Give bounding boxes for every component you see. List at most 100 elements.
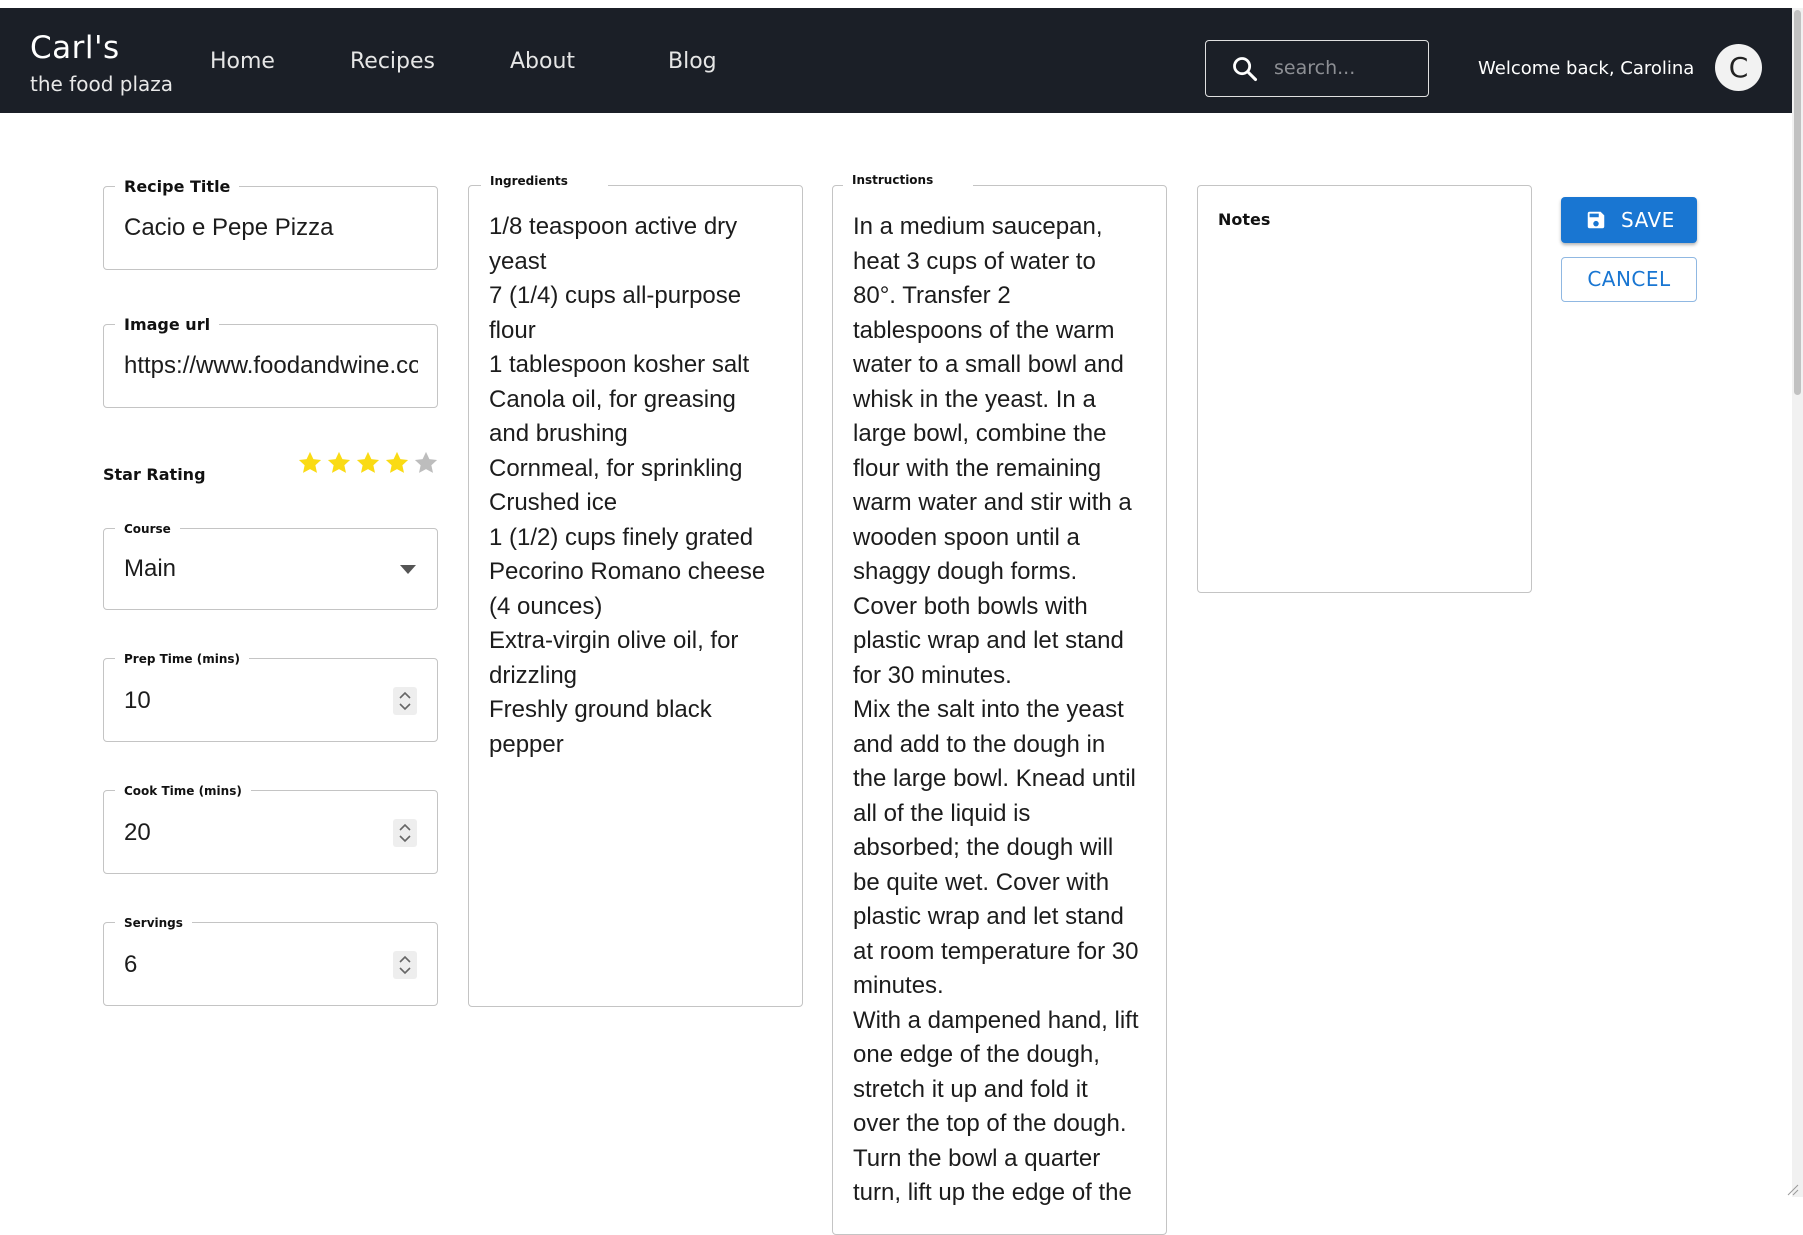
instruction-line: plastic wrap and let stand bbox=[853, 903, 1124, 930]
ingredient-line: Crushed ice bbox=[489, 489, 618, 516]
instruction-line: whisk in the yeast. In a bbox=[853, 385, 1096, 413]
welcome-text: Welcome back, Carolina bbox=[1478, 58, 1695, 79]
ingredient-line: Canola oil, for greasing bbox=[489, 385, 736, 413]
star-filled-icon[interactable] bbox=[296, 449, 324, 477]
instruction-line: warm water and stir with a bbox=[853, 489, 1132, 516]
save-button[interactable]: SAVE bbox=[1561, 197, 1697, 243]
instruction-line: the large bowl. Knead until bbox=[853, 765, 1136, 792]
ingredients-textarea[interactable]: Ingredients 1/8 teaspoon active dry yeast… bbox=[468, 174, 803, 1007]
save-icon bbox=[1587, 211, 1605, 229]
instruction-line: 80°. Transfer 2 bbox=[853, 282, 1011, 309]
recipe-title-input[interactable]: Cacio e Pepe Pizza bbox=[124, 214, 424, 242]
chevron-down-icon[interactable] bbox=[400, 565, 416, 574]
nav-home[interactable]: Home bbox=[210, 49, 275, 74]
image-url-label: Image url bbox=[115, 315, 220, 334]
avatar[interactable]: C bbox=[1715, 44, 1762, 91]
ingredient-line: 1 (1/2) cups finely grated bbox=[489, 523, 754, 551]
instruction-line: plastic wrap and let stand bbox=[853, 627, 1124, 654]
instruction-line: tablespoons of the warm bbox=[853, 316, 1115, 344]
star-filled-icon[interactable] bbox=[354, 449, 382, 477]
instruction-line: With a dampened hand, lift bbox=[853, 1006, 1139, 1034]
brand-tagline: the food plaza bbox=[30, 72, 174, 96]
instruction-line: water to a small bowl and bbox=[853, 351, 1124, 378]
search-input[interactable] bbox=[1274, 51, 1414, 85]
instruction-line: turn, lift up the edge of the bbox=[853, 1179, 1132, 1206]
notes-label: Notes bbox=[1218, 210, 1271, 229]
stepper-arrows-icon bbox=[399, 823, 411, 843]
course-label: Course bbox=[115, 522, 180, 536]
instruction-line: flour with the remaining bbox=[853, 454, 1102, 482]
image-url-field[interactable]: Image url https://www.foodandwine.com bbox=[103, 315, 438, 408]
search-box[interactable] bbox=[1205, 40, 1429, 97]
servings-input[interactable]: 6 bbox=[124, 951, 344, 979]
instruction-line: be quite wet. Cover with bbox=[853, 868, 1110, 896]
notes-textarea[interactable]: Notes bbox=[1197, 185, 1532, 593]
navbar: Carl's the food plaza Home Recipes About… bbox=[0, 8, 1792, 113]
stepper-arrows-icon bbox=[399, 691, 411, 711]
ingredient-line: pepper bbox=[489, 730, 564, 758]
servings-label: Servings bbox=[115, 916, 192, 930]
ingredient-line: flour bbox=[489, 316, 536, 344]
instruction-line: at room temperature for 30 bbox=[853, 937, 1139, 965]
instruction-line: Cover both bowls with bbox=[853, 592, 1088, 620]
recipe-title-label: Recipe Title bbox=[115, 177, 240, 196]
prep-time-input[interactable]: 10 bbox=[124, 687, 344, 715]
prep-time-stepper[interactable] bbox=[393, 687, 417, 715]
ingredients-label: Ingredients bbox=[481, 174, 608, 188]
instruction-line: shaggy dough forms. bbox=[853, 558, 1078, 585]
instruction-line: over the top of the dough. bbox=[853, 1110, 1127, 1137]
star-empty-icon[interactable] bbox=[412, 449, 440, 477]
stepper-arrows-icon bbox=[399, 955, 411, 975]
instruction-line: Mix the salt into the yeast bbox=[853, 696, 1124, 723]
recipe-title-field[interactable]: Recipe Title Cacio e Pepe Pizza bbox=[103, 177, 438, 270]
instruction-line: one edge of the dough, bbox=[853, 1041, 1100, 1068]
ingredient-line: and brushing bbox=[489, 420, 628, 447]
resize-grip-icon[interactable] bbox=[1785, 1182, 1799, 1196]
instruction-line: all of the liquid is bbox=[853, 799, 1031, 827]
ingredient-line: 1 tablespoon kosher salt bbox=[489, 351, 750, 378]
cancel-button[interactable]: CANCEL bbox=[1561, 257, 1697, 302]
instruction-line: Turn the bowl a quarter bbox=[853, 1144, 1101, 1172]
course-value: Main bbox=[124, 555, 177, 582]
nav-blog[interactable]: Blog bbox=[668, 49, 717, 74]
star-filled-icon[interactable] bbox=[383, 449, 411, 477]
instruction-line: large bowl, combine the bbox=[853, 420, 1107, 447]
ingredients-text: 1/8 teaspoon active dry yeast 7 (1/4) cups… bbox=[489, 210, 789, 762]
star-rating[interactable] bbox=[296, 449, 440, 477]
search-icon bbox=[1233, 57, 1258, 82]
window-top-strip bbox=[0, 0, 1803, 8]
prep-time-field[interactable]: Prep Time (mins) 10 bbox=[103, 652, 438, 742]
ingredient-line: yeast bbox=[489, 247, 547, 275]
ingredient-line: 1/8 teaspoon active dry bbox=[489, 213, 738, 240]
instructions-textarea[interactable]: In a medium saucepan, heat 3 cups of wate… bbox=[832, 185, 1167, 1235]
cook-time-field[interactable]: Cook Time (mins) 20 bbox=[103, 784, 438, 874]
instructions-label: Instructions bbox=[843, 173, 974, 187]
servings-field[interactable]: Servings 6 bbox=[103, 916, 438, 1006]
star-filled-icon[interactable] bbox=[325, 449, 353, 477]
instruction-line: minutes. bbox=[853, 972, 944, 999]
ingredient-line: Cornmeal, for sprinkling bbox=[489, 454, 743, 482]
ingredient-line: 7 (1/4) cups all-purpose bbox=[489, 282, 742, 309]
ingredient-line: drizzling bbox=[489, 661, 578, 689]
ingredient-line: (4 ounces) bbox=[489, 592, 603, 620]
save-button-label: SAVE bbox=[1621, 208, 1675, 232]
course-select[interactable]: Course Main bbox=[103, 522, 438, 610]
cook-time-stepper[interactable] bbox=[393, 819, 417, 847]
instruction-line: In a medium saucepan, bbox=[853, 213, 1103, 240]
prep-time-label: Prep Time (mins) bbox=[115, 652, 250, 666]
cook-time-label: Cook Time (mins) bbox=[115, 784, 251, 798]
servings-stepper[interactable] bbox=[393, 951, 417, 979]
scrollbar-thumb[interactable] bbox=[1794, 10, 1801, 395]
instruction-line: wooden spoon until a bbox=[853, 523, 1080, 551]
nav-recipes[interactable]: Recipes bbox=[350, 49, 435, 74]
instruction-line: absorbed; the dough will bbox=[853, 834, 1114, 861]
instructions-text: In a medium saucepan, heat 3 cups of wate… bbox=[853, 210, 1153, 1211]
ingredient-line: Freshly ground black bbox=[489, 696, 712, 723]
nav-about[interactable]: About bbox=[510, 49, 575, 74]
instruction-line: and add to the dough in bbox=[853, 730, 1106, 758]
brand-name[interactable]: Carl's bbox=[30, 30, 120, 66]
instruction-line: stretch it up and fold it bbox=[853, 1075, 1088, 1103]
cook-time-input[interactable]: 20 bbox=[124, 819, 344, 847]
instruction-line: heat 3 cups of water to bbox=[853, 247, 1096, 275]
image-url-input[interactable]: https://www.foodandwine.com bbox=[124, 352, 418, 380]
